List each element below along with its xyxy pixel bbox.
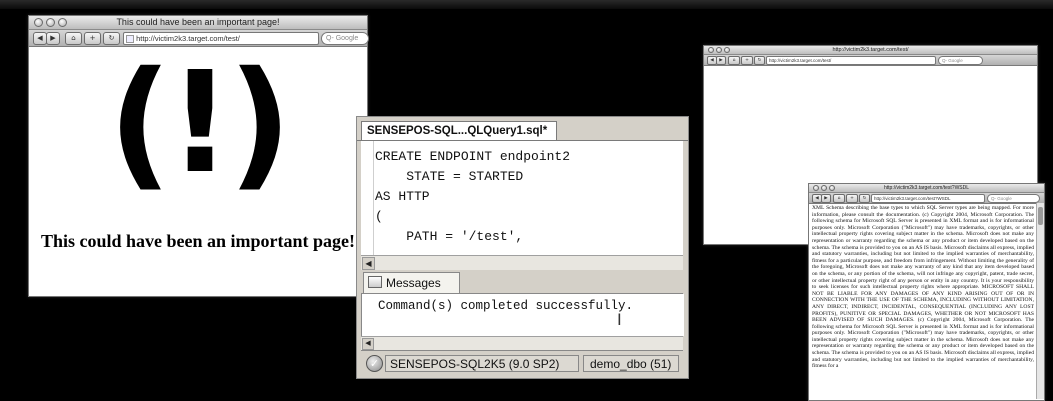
vertical-scrollbar[interactable] xyxy=(1036,203,1044,399)
window-title: http://victim2k3.target.com/test/ xyxy=(832,47,909,53)
reload-button[interactable]: ↻ xyxy=(754,56,765,65)
scroll-left-icon[interactable]: ◀ xyxy=(362,257,375,270)
address-bar[interactable]: http://victim2k3.target.com/test?WSDL xyxy=(871,194,985,203)
page-heading: This could have been an important page! xyxy=(40,231,356,251)
tab-messages[interactable]: Messages xyxy=(363,272,460,293)
message-text: Command(s) completed successfully. xyxy=(378,299,634,313)
search-input[interactable]: Q- Google xyxy=(938,56,983,65)
browser-window-main: This could have been an important page! … xyxy=(28,15,369,297)
window-title: This could have been an important page! xyxy=(116,17,280,27)
ssms-query-window: SENSEPOS-SQL...QLQuery1.sql* CREATE ENDP… xyxy=(356,116,689,379)
status-bar: ✓ SENSEPOS-SQL2K5 (9.0 SP2) demo_dbo (51… xyxy=(361,350,683,376)
add-bookmark-button[interactable]: + xyxy=(84,32,101,45)
messages-horizontal-scrollbar[interactable]: ◀ xyxy=(361,336,683,350)
warning-symbol: (!) xyxy=(108,42,292,205)
browser-titlebar: http://victim2k3.target.com/test?WSDL xyxy=(809,184,1044,193)
browser-toolbar: ◀ ▶ ⌂ + ↻ http://victim2k3.target.com/te… xyxy=(809,193,1044,204)
messages-pane[interactable]: Command(s) completed successfully. I xyxy=(361,294,684,336)
home-button[interactable]: ⌂ xyxy=(833,194,845,203)
wsdl-document-text: XML Schema describing the base types to … xyxy=(812,205,1034,370)
browser-titlebar: This could have been an important page! xyxy=(29,16,367,30)
forward-button[interactable]: ▶ xyxy=(716,56,726,65)
scroll-left-icon[interactable]: ◀ xyxy=(362,338,374,350)
connected-check-icon: ✓ xyxy=(366,355,383,372)
top-bar xyxy=(0,0,1053,9)
add-bookmark-button[interactable]: + xyxy=(741,56,753,65)
home-button[interactable]: ⌂ xyxy=(728,56,740,65)
home-button[interactable]: ⌂ xyxy=(65,32,82,45)
editor-horizontal-scrollbar[interactable]: ◀ xyxy=(361,255,683,270)
messages-tab-label: Messages xyxy=(386,276,441,290)
messages-icon xyxy=(368,276,382,288)
browser-toolbar: ◀ ▶ ⌂ + ↻ http://victim2k3.target.com/te… xyxy=(704,55,1037,66)
query-editor[interactable]: CREATE ENDPOINT endpoint2 STATE = STARTE… xyxy=(361,141,683,255)
query-tab[interactable]: SENSEPOS-SQL...QLQuery1.sql* xyxy=(361,121,557,140)
search-input[interactable]: Q- Google xyxy=(987,194,1040,203)
status-database: demo_dbo (51) xyxy=(583,355,679,372)
browser-titlebar: http://victim2k3.target.com/test/ xyxy=(704,46,1037,55)
status-server: SENSEPOS-SQL2K5 (9.0 SP2) xyxy=(385,355,579,372)
sql-code[interactable]: CREATE ENDPOINT endpoint2 STATE = STARTE… xyxy=(375,147,570,247)
reload-button[interactable]: ↻ xyxy=(859,194,870,203)
browser-window-wsdl: http://victim2k3.target.com/test?WSDL ◀ … xyxy=(808,183,1045,401)
forward-button[interactable]: ▶ xyxy=(821,194,831,203)
results-tab-bar: Messages xyxy=(361,270,683,294)
forward-button[interactable]: ▶ xyxy=(46,32,60,45)
back-button[interactable]: ◀ xyxy=(33,32,47,45)
text-cursor-icon: I xyxy=(617,310,622,329)
search-input[interactable]: Q- Google xyxy=(321,32,369,45)
address-bar[interactable]: http://victim2k3.target.com/test/ xyxy=(766,56,936,65)
window-title: http://victim2k3.target.com/test?WSDL xyxy=(883,185,970,191)
scrollbar-thumb[interactable] xyxy=(1038,207,1043,225)
editor-gutter xyxy=(361,141,374,255)
add-bookmark-button[interactable]: + xyxy=(846,194,858,203)
